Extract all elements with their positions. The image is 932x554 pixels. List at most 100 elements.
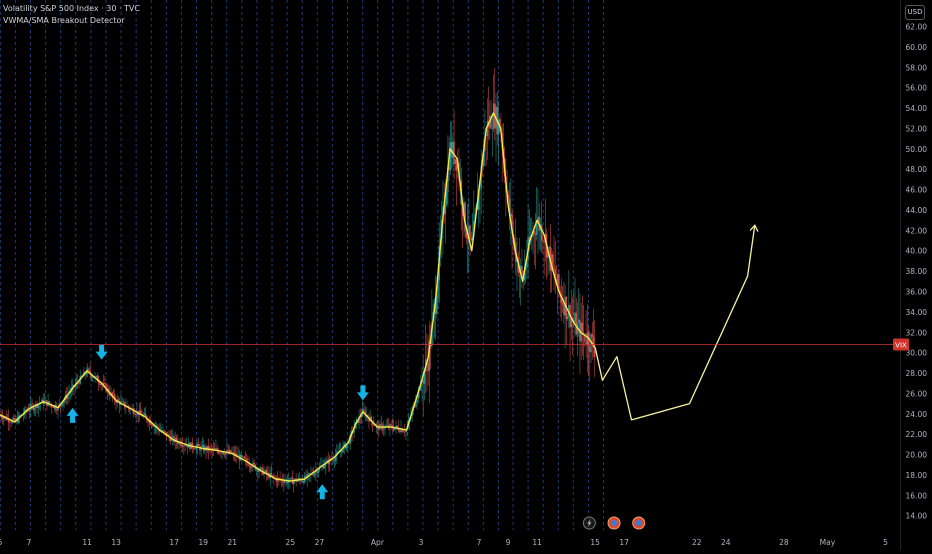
candle-body: [566, 316, 569, 320]
candle-body: [264, 470, 266, 472]
candle-body: [454, 159, 456, 164]
x-tick-label: 11: [82, 538, 92, 547]
candle-body: [399, 430, 401, 432]
candle-body: [390, 424, 392, 426]
candle-body: [543, 241, 545, 243]
y-tick-label: 48.00: [906, 165, 928, 174]
candle-body: [243, 456, 246, 459]
candle-body: [396, 425, 399, 428]
candle-body: [534, 233, 537, 235]
y-tick-label: 50.00: [906, 145, 928, 154]
candle-body: [270, 473, 273, 476]
x-tick-label: 7: [477, 538, 482, 547]
candle-body: [307, 473, 310, 475]
candle-body: [218, 452, 221, 454]
y-tick-label: 44.00: [906, 206, 928, 215]
candle-body: [312, 474, 315, 476]
candle-body: [333, 460, 336, 461]
candle-body: [249, 465, 252, 468]
candle-body: [10, 422, 12, 423]
candle-body: [12, 418, 15, 420]
candle-body: [85, 373, 88, 375]
candle-body: [284, 480, 286, 483]
candle-body: [278, 477, 280, 479]
chart-title: Volatility S&P 500 Index · 30 · TVC: [3, 4, 140, 13]
y-tick-label: 54.00: [906, 104, 928, 113]
y-tick-label: 62.00: [906, 23, 928, 32]
y-tick-label: 46.00: [906, 186, 928, 195]
indicator-label[interactable]: VWMA/SMA Breakout Detector: [3, 16, 125, 25]
candle-body: [27, 410, 30, 412]
candle-body: [283, 481, 285, 483]
candle-body: [404, 431, 406, 433]
candle-body: [301, 481, 303, 482]
candle-body: [470, 238, 473, 241]
y-tick-label: 32.00: [906, 328, 928, 337]
y-tick-label: 26.00: [906, 389, 928, 398]
candle-body: [180, 445, 183, 446]
y-tick-label: 34.00: [906, 308, 928, 317]
earnings-icon-core: [611, 520, 618, 526]
earnings-icon[interactable]: [632, 516, 646, 530]
candle-body: [143, 413, 146, 415]
candle-body: [33, 407, 36, 410]
candle-body: [60, 405, 63, 407]
candle-body: [121, 401, 123, 403]
candle-body: [521, 265, 523, 275]
candle-body: [222, 452, 225, 454]
candle-body: [589, 347, 591, 353]
x-tick-label: 7: [27, 538, 32, 547]
x-tick-label: 13: [111, 538, 121, 547]
candle-body: [181, 445, 184, 447]
candle-body: [548, 246, 550, 248]
chart-area[interactable]: 14.00 16.00 18.00 20.00 22.00 24.00 26.00 28.00…: [0, 0, 932, 550]
candle-body: [144, 413, 147, 417]
candle-body: [99, 383, 101, 385]
candle-body: [332, 459, 334, 461]
x-tick-label: 22: [692, 538, 702, 547]
earnings-icon[interactable]: [607, 516, 621, 530]
x-tick-label: 17: [619, 538, 629, 547]
candle-body: [104, 383, 106, 385]
x-tick-label: 9: [506, 538, 511, 547]
candle-body: [172, 436, 174, 438]
candle-body: [56, 409, 58, 411]
candle-body: [9, 422, 11, 423]
candle-body: [542, 240, 544, 242]
x-tick-label: 5: [0, 538, 3, 547]
y-tick-label: 58.00: [906, 63, 928, 72]
candle-body: [271, 475, 274, 477]
candle-body: [452, 141, 454, 158]
candle-body: [52, 406, 54, 409]
candle-body: [95, 376, 97, 377]
candle-body: [575, 312, 577, 335]
candle-body: [376, 424, 379, 426]
chart-background: [0, 0, 932, 550]
candle-body: [586, 332, 589, 345]
candle-body: [380, 423, 382, 425]
candle-body: [31, 404, 33, 406]
candle-body: [552, 254, 554, 267]
candle-body: [197, 444, 200, 447]
candle-body: [492, 103, 495, 129]
candle-body: [151, 424, 153, 426]
x-tick-label: 21: [227, 538, 237, 547]
candle-body: [251, 467, 253, 468]
candle-body: [88, 368, 90, 371]
x-tick-label: 17: [169, 538, 179, 547]
candle-body: [591, 334, 593, 337]
candle-body: [248, 465, 250, 466]
x-tick-label: Apr: [371, 538, 385, 547]
event-icons[interactable]: [582, 516, 646, 530]
y-tick-label: 18.00: [906, 471, 928, 480]
candle-body: [540, 224, 543, 241]
candle-body: [363, 409, 365, 412]
candle-body: [383, 428, 385, 430]
candle-body: [444, 204, 447, 215]
candle-body: [574, 312, 576, 323]
chart-canvas[interactable]: 14.00 16.00 18.00 20.00 22.00 24.00 26.00 28.00…: [0, 0, 932, 550]
lightning-icon[interactable]: [582, 516, 596, 530]
candle-body: [125, 407, 127, 408]
y-tick-label: 56.00: [906, 84, 928, 93]
currency-button[interactable]: USD: [905, 5, 925, 20]
